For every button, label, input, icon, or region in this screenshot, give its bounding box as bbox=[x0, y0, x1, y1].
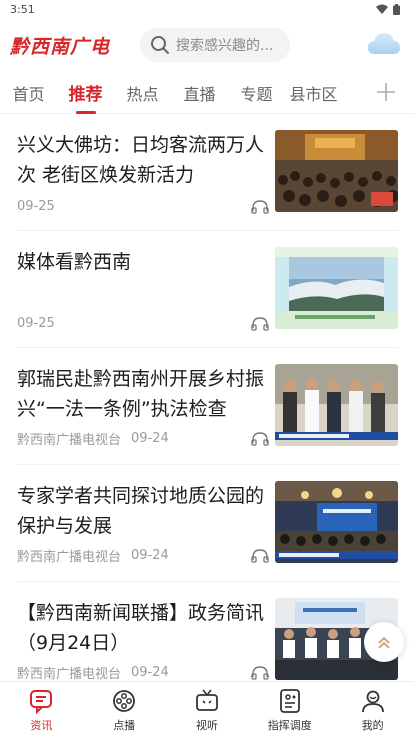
search-icon bbox=[151, 36, 169, 54]
search-input[interactable]: 搜索感兴趣的... bbox=[140, 28, 290, 62]
news-title: 郭瑞民赴黔西南州开展乡村振兴“一法一条例”执法检查 bbox=[17, 368, 265, 420]
nav-label: 我的 bbox=[361, 719, 384, 732]
weather-cloud-icon[interactable] bbox=[366, 28, 402, 58]
tab-home[interactable]: 首页 bbox=[0, 81, 57, 105]
tab-recommend[interactable]: 推荐 bbox=[57, 80, 114, 105]
news-meta: 黔西南广播电视台 09-24 bbox=[17, 663, 269, 682]
tab-live[interactable]: 直播 bbox=[171, 81, 228, 105]
news-meta: 09-25 bbox=[17, 199, 269, 214]
headphones-icon[interactable] bbox=[251, 316, 269, 331]
headphones-icon[interactable] bbox=[251, 431, 269, 446]
news-thumbnail bbox=[275, 130, 398, 212]
headphones-icon[interactable] bbox=[251, 548, 269, 563]
scroll-to-top-button[interactable] bbox=[364, 622, 404, 662]
app-logo: 黔西南广电 bbox=[10, 35, 111, 58]
news-date: 09-25 bbox=[17, 316, 55, 331]
news-date: 09-24 bbox=[131, 548, 169, 563]
profile-icon bbox=[361, 690, 384, 713]
tab-counties[interactable]: 县市区 bbox=[285, 81, 342, 105]
nav-on-demand[interactable]: 点播 bbox=[83, 682, 166, 737]
news-meta: 黔西南广播电视台 09-24 bbox=[17, 546, 269, 565]
news-item[interactable]: 郭瑞民赴黔西南州开展乡村振兴“一法一条例”执法检查 黔西南广播电视台 09-24 bbox=[17, 348, 398, 465]
news-source: 黔西南广播电视台 bbox=[17, 550, 122, 565]
channel-tabs: 首页 推荐 热点 直播 专题 县市区 bbox=[0, 72, 414, 114]
news-title: 专家学者共同探讨地质公园的保护与发展 bbox=[17, 485, 265, 537]
news-source: 黔西南广播电视台 bbox=[17, 433, 122, 448]
status-icons bbox=[376, 3, 400, 15]
nav-label: 指挥调度 bbox=[267, 719, 312, 732]
nav-profile[interactable]: 我的 bbox=[331, 682, 414, 737]
news-thumbnail bbox=[275, 364, 398, 446]
search-placeholder: 搜索感兴趣的... bbox=[176, 38, 274, 54]
nav-news[interactable]: 资讯 bbox=[0, 682, 83, 737]
double-chevron-up-icon bbox=[378, 636, 390, 649]
news-title: 【黔西南新闻联播】政务简讯（9月24日） bbox=[17, 602, 265, 654]
add-channel-icon[interactable] bbox=[374, 80, 398, 104]
nav-label: 点播 bbox=[113, 719, 136, 732]
film-reel-icon bbox=[113, 690, 136, 712]
dispatch-icon bbox=[279, 689, 300, 713]
bottom-navigation: 资讯 点播 视听 指挥调度 我的 bbox=[0, 681, 414, 737]
news-item[interactable]: 专家学者共同探讨地质公园的保护与发展 黔西南广播电视台 09-24 bbox=[17, 465, 398, 582]
nav-dispatch[interactable]: 指挥调度 bbox=[248, 682, 331, 737]
news-title: 媒体看黔西南 bbox=[17, 251, 132, 273]
news-feed: 兴义大佛坊：日均客流两万人次 老街区焕发新活力 09-25 媒体看黔西南 09-… bbox=[0, 114, 414, 699]
news-icon bbox=[30, 690, 53, 714]
headphones-icon[interactable] bbox=[251, 199, 269, 214]
wifi-icon bbox=[376, 4, 388, 14]
news-meta: 黔西南广播电视台 09-24 bbox=[17, 429, 269, 448]
news-thumbnail bbox=[275, 481, 398, 563]
tv-icon bbox=[196, 689, 218, 711]
news-item[interactable]: 兴义大佛坊：日均客流两万人次 老街区焕发新活力 09-25 bbox=[17, 114, 398, 231]
tab-topics[interactable]: 专题 bbox=[228, 81, 285, 105]
nav-label: 资讯 bbox=[30, 719, 53, 732]
battery-icon bbox=[393, 3, 400, 15]
nav-audio-visual[interactable]: 视听 bbox=[166, 682, 249, 737]
news-date: 09-25 bbox=[17, 199, 55, 214]
news-title: 兴义大佛坊：日均客流两万人次 老街区焕发新活力 bbox=[17, 134, 265, 186]
status-time: 3:51 bbox=[10, 2, 35, 16]
news-source: 黔西南广播电视台 bbox=[17, 667, 122, 682]
news-date: 09-24 bbox=[131, 431, 169, 446]
news-meta: 09-25 bbox=[17, 316, 269, 331]
tab-hot[interactable]: 热点 bbox=[114, 81, 171, 105]
nav-label: 视听 bbox=[195, 719, 218, 732]
status-bar: 3:51 bbox=[0, 0, 414, 18]
app-header: 黔西南广电 搜索感兴趣的... bbox=[0, 18, 414, 72]
news-item[interactable]: 媒体看黔西南 09-25 bbox=[17, 231, 398, 348]
news-thumbnail bbox=[275, 247, 398, 329]
news-date: 09-24 bbox=[131, 665, 169, 680]
headphones-icon[interactable] bbox=[251, 665, 269, 680]
